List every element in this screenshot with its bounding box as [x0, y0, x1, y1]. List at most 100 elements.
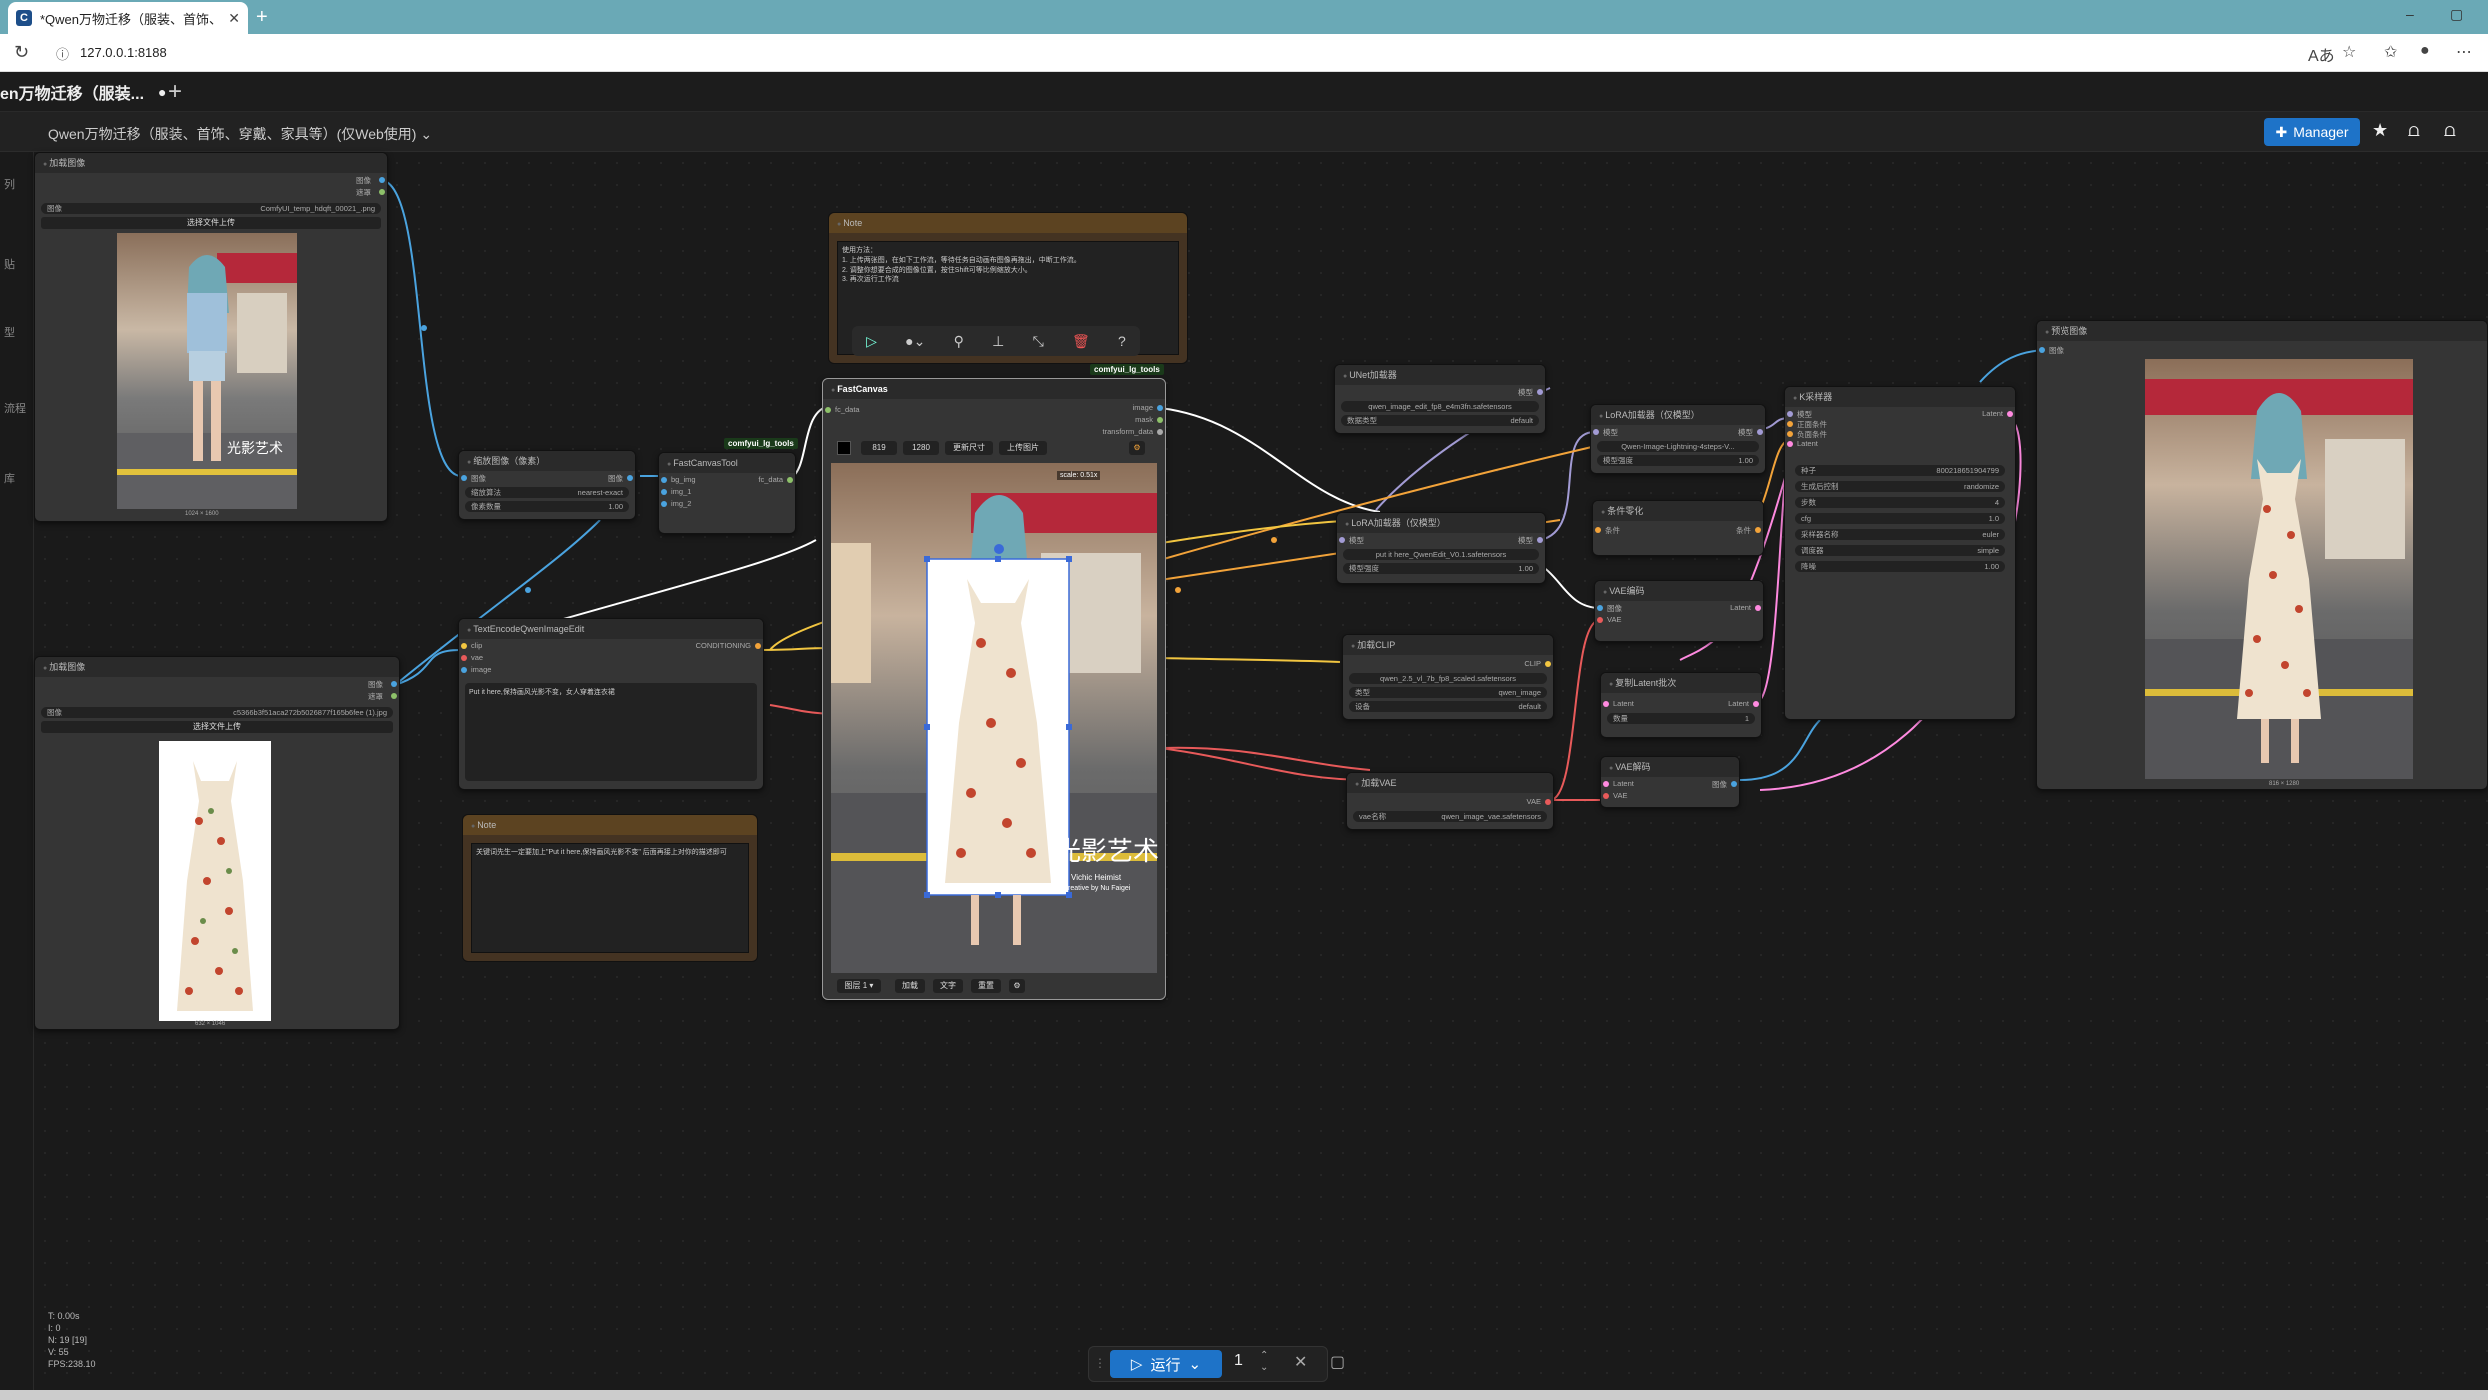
delete-icon[interactable]: 🗑 [1072, 333, 1090, 350]
chevron-down-icon[interactable]: ⌄ [1188, 1355, 1201, 1373]
sidebar-item-models[interactable]: 型 [4, 324, 15, 340]
color-picker-icon[interactable]: ●⌄ [905, 333, 925, 350]
image-select[interactable]: 图像 c5366b3f51aca272b5026877f165b6fee (1).… [41, 707, 393, 718]
load-image-node-1[interactable]: 加载图像 图像 遮罩 图像 ComfyUI_temp_hdqft_00021_.p… [34, 152, 388, 522]
profile-avatar[interactable]: ● [2420, 42, 2430, 60]
output-latent-port[interactable] [1755, 605, 1761, 611]
width-input[interactable]: 819 [861, 441, 897, 455]
input-latent-port[interactable] [1787, 441, 1793, 447]
output-conditioning-port[interactable] [755, 643, 761, 649]
reset-button[interactable]: 重置 [971, 979, 1001, 993]
clip-loader-node[interactable]: 加载CLIP CLIP qwen_2.5_vl_7b_fp8_scaled.sa… [1342, 634, 1554, 720]
input-img2-port[interactable] [661, 501, 667, 507]
input-image-port[interactable] [461, 667, 467, 673]
upload-button[interactable]: 选择文件上传 [41, 217, 381, 229]
conditioning-zero-node[interactable]: 条件零化 条件 条件 [1592, 500, 1764, 556]
text-button[interactable]: 文字 [933, 979, 963, 993]
input-img1-port[interactable] [661, 489, 667, 495]
weight-dtype-select[interactable]: 数据类型 default [1341, 415, 1539, 426]
more-menu-icon[interactable]: ⋯ [2456, 42, 2472, 62]
input-vae-port[interactable] [461, 655, 467, 661]
seed-input[interactable]: 种子 800218651904799 [1795, 465, 2005, 476]
close-tab-icon[interactable]: ✕ [228, 10, 240, 27]
scale-image-node[interactable]: 缩放图像（像素） 图像 图像 缩放算法 nearest-exact 像素数量 1.0… [458, 450, 636, 520]
output-image-port[interactable] [379, 177, 385, 183]
url-field[interactable]: 127.0.0.1:8188 [80, 45, 167, 60]
settings-icon[interactable]: ⚙ [1009, 979, 1025, 993]
fast-canvas-node[interactable]: FastCanvas fc_data image mask transform_… [822, 378, 1166, 1000]
favorites-icon[interactable]: ✩ [2384, 42, 2397, 62]
image-select[interactable]: 图像 ComfyUI_temp_hdqft_00021_.png [41, 203, 381, 214]
output-image-port[interactable] [627, 475, 633, 481]
output-vae-port[interactable] [1545, 799, 1551, 805]
unet-loader-node[interactable]: UNet加载器 模型 qwen_image_edit_fp8_e4m3fn.sa… [1334, 364, 1546, 434]
device-select[interactable]: 设备 default [1349, 701, 1547, 712]
input-image-port[interactable] [461, 475, 467, 481]
output-preview-image[interactable] [2145, 359, 2413, 779]
pin-icon[interactable]: ⊥ [992, 333, 1004, 350]
layer-select[interactable]: 图层 1 ▾ [837, 979, 881, 993]
unet-name-select[interactable]: qwen_image_edit_fp8_e4m3fn.safetensors [1341, 401, 1539, 412]
scheduler-select[interactable]: 调度器 simple [1795, 545, 2005, 556]
input-vae-port[interactable] [1603, 793, 1609, 799]
sidebar-item-nodes[interactable]: 贴 [4, 256, 15, 272]
text-encode-node[interactable]: TextEncodeQwenImageEdit clip vae image C… [458, 618, 764, 790]
input-model-port[interactable] [1787, 411, 1793, 417]
prompt-textarea[interactable]: Put it here,保持画风光影不变，女人穿着连衣裙 [465, 683, 757, 781]
input-positive-port[interactable] [1787, 421, 1793, 427]
upload-image-button[interactable]: 上传图片 [999, 441, 1047, 455]
output-model-port[interactable] [1537, 537, 1543, 543]
strength-input[interactable]: 模型强度 1.00 [1597, 455, 1759, 466]
steps-input[interactable]: 步数 4 [1795, 497, 2005, 508]
vae-encode-node[interactable]: VAE编码 图像 VAE Latent [1594, 580, 1764, 642]
sidebar-item-queue[interactable]: 列 [4, 176, 15, 192]
minimize-button[interactable]: – [2406, 6, 2414, 22]
output-model-port[interactable] [1537, 389, 1543, 395]
input-model-port[interactable] [1593, 429, 1599, 435]
canvas-tool-icon[interactable]: ⚙ [1129, 441, 1145, 455]
bg-color-swatch[interactable] [837, 441, 851, 455]
input-clip-port[interactable] [461, 643, 467, 649]
collapse-icon[interactable]: ⤡ [1033, 333, 1044, 350]
input-negative-port[interactable] [1787, 431, 1793, 437]
ksampler-node[interactable]: K采样器 模型 正面条件 负面条件 Latent Latent 种子800218… [1784, 386, 2016, 720]
output-mask-port[interactable] [391, 693, 397, 699]
help-icon[interactable]: ? [1118, 333, 1126, 349]
height-input[interactable]: 1280 [903, 441, 939, 455]
sampler-select[interactable]: 采样器名称 euler [1795, 529, 2005, 540]
canvas-preview[interactable] [831, 463, 1157, 973]
input-conditioning-port[interactable] [1595, 527, 1601, 533]
input-fcdata-port[interactable] [825, 407, 831, 413]
batch-amount-input[interactable]: 数量 1 [1607, 713, 1755, 724]
queue-stepper[interactable]: ⌃ ⌄ [1260, 1350, 1268, 1374]
input-latent-port[interactable] [1603, 781, 1609, 787]
clip-name-select[interactable]: qwen_2.5_vl_7b_fp8_scaled.safetensors [1349, 673, 1547, 684]
upload-button[interactable]: 选择文件上传 [41, 721, 393, 733]
fast-canvas-tool-node[interactable]: FastCanvasTool bg_img img_1 img_2 fc_dat… [658, 452, 796, 534]
workflow-title[interactable]: Qwen万物迁移（服装、首饰、穿戴、家具等）(仅Web使用) ⌄ [48, 124, 432, 144]
workflow-tab[interactable]: en万物迁移（服装... ● [0, 72, 180, 112]
denoise-input[interactable]: 降噪 1.00 [1795, 561, 2005, 572]
input-image-port[interactable] [1597, 605, 1603, 611]
note-node-2[interactable]: Note 关键词先生一定要加上"Put it here,保持画风光影不变" 后面… [462, 814, 758, 962]
cancel-icon[interactable]: ✕ [1294, 1352, 1307, 1372]
add-workflow-button[interactable]: + [168, 78, 182, 106]
browser-tab[interactable]: C *Qwen万物迁移（服装、首饰、多 ✕ [8, 2, 248, 34]
clip-type-select[interactable]: 类型 qwen_image [1349, 687, 1547, 698]
run-button[interactable]: ▷ 运行 ⌄ [1110, 1350, 1222, 1378]
run-selected-icon[interactable]: ▷ [866, 333, 877, 350]
output-image-port[interactable] [1731, 781, 1737, 787]
lora-loader-node-1[interactable]: LoRA加载器（仅模型） 模型 模型 Qwen-Image-Lightning-… [1590, 404, 1766, 474]
sidebar-item-library[interactable]: 库 [4, 470, 15, 486]
megapixels-input[interactable]: 像素数量 1.00 [465, 501, 629, 512]
manager-button[interactable]: ✚ Manager [2264, 118, 2360, 146]
site-info-icon[interactable]: ⓘ [56, 44, 69, 63]
favorite-star-icon[interactable]: ☆ [2342, 42, 2356, 62]
add-button[interactable]: 加载 [895, 979, 925, 993]
stop-icon[interactable]: ▢ [1330, 1352, 1345, 1372]
cfg-input[interactable]: cfg 1.0 [1795, 513, 2005, 524]
output-image-port[interactable] [391, 681, 397, 687]
shortcut-2-icon[interactable]: ⩍ [2444, 120, 2456, 141]
control-after-generate-select[interactable]: 生成后控制 randomize [1795, 481, 2005, 492]
resize-button[interactable]: 更新尺寸 [945, 441, 993, 455]
